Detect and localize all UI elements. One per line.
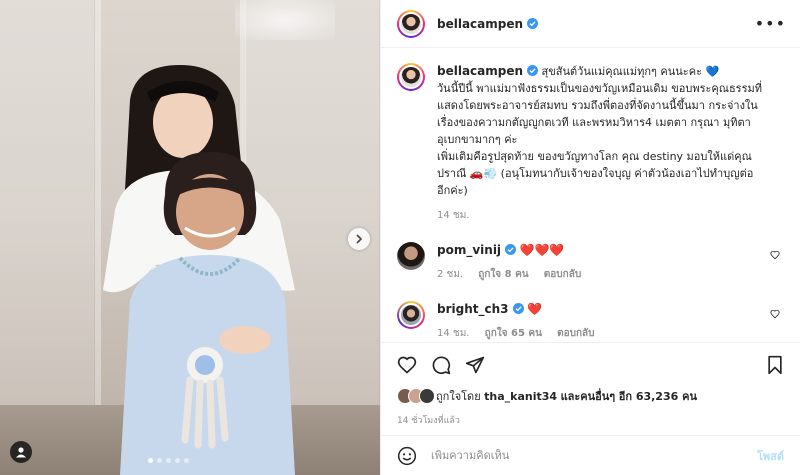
- user-tag-icon: [16, 447, 26, 458]
- like-comment-icon[interactable]: [770, 250, 780, 260]
- verified-badge-icon: [512, 303, 524, 314]
- caption-line: เรื่องของความกตัญญูกตเวที และพรหมวิหาร4 …: [437, 116, 751, 129]
- carousel-dot: [157, 458, 162, 463]
- post-actions: ถูกใจโดย tha_kanit34 และคนอื่นๆ อีก 63,2…: [381, 342, 800, 427]
- comment-likes[interactable]: ถูกใจ 65 คน: [485, 328, 542, 339]
- carousel-dot: [184, 458, 189, 463]
- carousel-dot: [166, 458, 171, 463]
- likers-avatar-stack: [397, 388, 435, 404]
- share-icon[interactable]: [465, 355, 485, 375]
- caption-time[interactable]: 14 ชม.: [437, 210, 469, 221]
- chevron-right-icon: [356, 234, 363, 244]
- post-timestamp: 14 ชั่วโมงที่แล้ว: [397, 416, 460, 426]
- post-header: bellacampen •••: [381, 0, 800, 48]
- caption: bellacampen สุขสันต์วันแม่คุณแม่ทุกๆ คนน…: [397, 63, 784, 224]
- comment-text: ❤️: [527, 302, 542, 316]
- comment-time[interactable]: 2 ชม.: [437, 269, 463, 280]
- author-username[interactable]: bellacampen: [437, 17, 523, 31]
- like-comment-icon[interactable]: [770, 309, 780, 319]
- reply-button[interactable]: ตอบกลับ: [544, 269, 581, 280]
- user-tags-button[interactable]: [10, 441, 32, 463]
- carousel-next-button[interactable]: [348, 228, 370, 250]
- add-comment-bar: โพสต์: [381, 435, 800, 475]
- likes-prefix: ถูกใจโดย: [436, 390, 481, 403]
- emoji-icon[interactable]: [397, 446, 417, 466]
- post-media[interactable]: [0, 0, 380, 475]
- likes-count[interactable]: อีก 63,236 คน: [619, 390, 697, 403]
- caption-body: bellacampen สุขสันต์วันแม่คุณแม่ทุกๆ คนน…: [437, 63, 783, 224]
- carousel-dot: [148, 458, 153, 463]
- heart-icon[interactable]: [397, 355, 417, 375]
- comment-text: ❤️❤️❤️: [519, 243, 565, 257]
- verified-badge-icon: [527, 65, 539, 76]
- comment-item: bright_ch3 ❤️ 14 ชม. ถูกใจ 65 คน ตอบกลับ: [397, 301, 784, 342]
- comment-icon[interactable]: [431, 355, 451, 375]
- commenter-username[interactable]: pom_vinij: [437, 243, 501, 257]
- comment-likes[interactable]: ถูกใจ 8 คน: [478, 269, 528, 280]
- reply-button[interactable]: ตอบกลับ: [557, 328, 594, 339]
- person-seated-illustration: [120, 152, 295, 475]
- comment-time[interactable]: 14 ชม.: [437, 328, 469, 339]
- post-comment-button[interactable]: โพสต์: [757, 447, 784, 465]
- comment-item: pom_vinij ❤️❤️❤️ 2 ชม. ถูกใจ 8 คน ตอบกลั…: [397, 242, 784, 283]
- comments-scroll-area[interactable]: bellacampen สุขสันต์วันแม่คุณแม่ทุกๆ คนน…: [381, 49, 800, 342]
- wall-panel: [0, 0, 95, 410]
- ceiling-light: [235, 0, 335, 40]
- caption-line: เพิ่มเติมคือรูปสุดท้าย ของขวัญทางโลก คุณ…: [437, 150, 752, 163]
- liker-username[interactable]: tha_kanit34: [484, 390, 557, 403]
- caption-avatar[interactable]: [397, 63, 425, 91]
- caption-line: วันนี้ปีนี้ พาแม่มาฟังธรรมเป็นของขวัญเหม…: [437, 82, 762, 95]
- caption-username[interactable]: bellacampen: [437, 64, 523, 78]
- carousel-dot: [175, 458, 180, 463]
- carousel-indicator: [148, 458, 189, 463]
- more-options-button[interactable]: •••: [755, 14, 786, 33]
- comment-input[interactable]: [431, 449, 757, 462]
- author-avatar[interactable]: [397, 9, 425, 38]
- commenter-avatar[interactable]: [397, 301, 425, 329]
- caption-line: อุเบกขามากๆ ค่ะ: [437, 133, 518, 146]
- verified-badge-icon: [527, 18, 539, 29]
- caption-line: สุขสันต์วันแม่คุณแม่ทุกๆ คนนะคะ 💙: [541, 65, 720, 78]
- verified-badge-icon: [505, 244, 517, 255]
- likes-middle: และคนอื่นๆ: [560, 390, 616, 403]
- caption-line: ปราณี 🚗💨 (อนุโมทนากับเจ้าของใจบุญ ค่าตัว…: [437, 167, 754, 180]
- post-side-panel: bellacampen ••• bellacampen สุขสันต์วันแ…: [380, 0, 800, 475]
- bookmark-icon[interactable]: [766, 355, 784, 375]
- caption-line: อีกค่ะ): [437, 184, 468, 197]
- commenter-avatar[interactable]: [397, 242, 425, 270]
- commenter-username[interactable]: bright_ch3: [437, 302, 509, 316]
- likes-summary[interactable]: ถูกใจโดย tha_kanit34 และคนอื่นๆ อีก 63,2…: [397, 387, 784, 405]
- caption-line: แสดงโดยพระอาจารย์สมทบ รวมถึงพี่ตองที่จัด…: [437, 99, 758, 112]
